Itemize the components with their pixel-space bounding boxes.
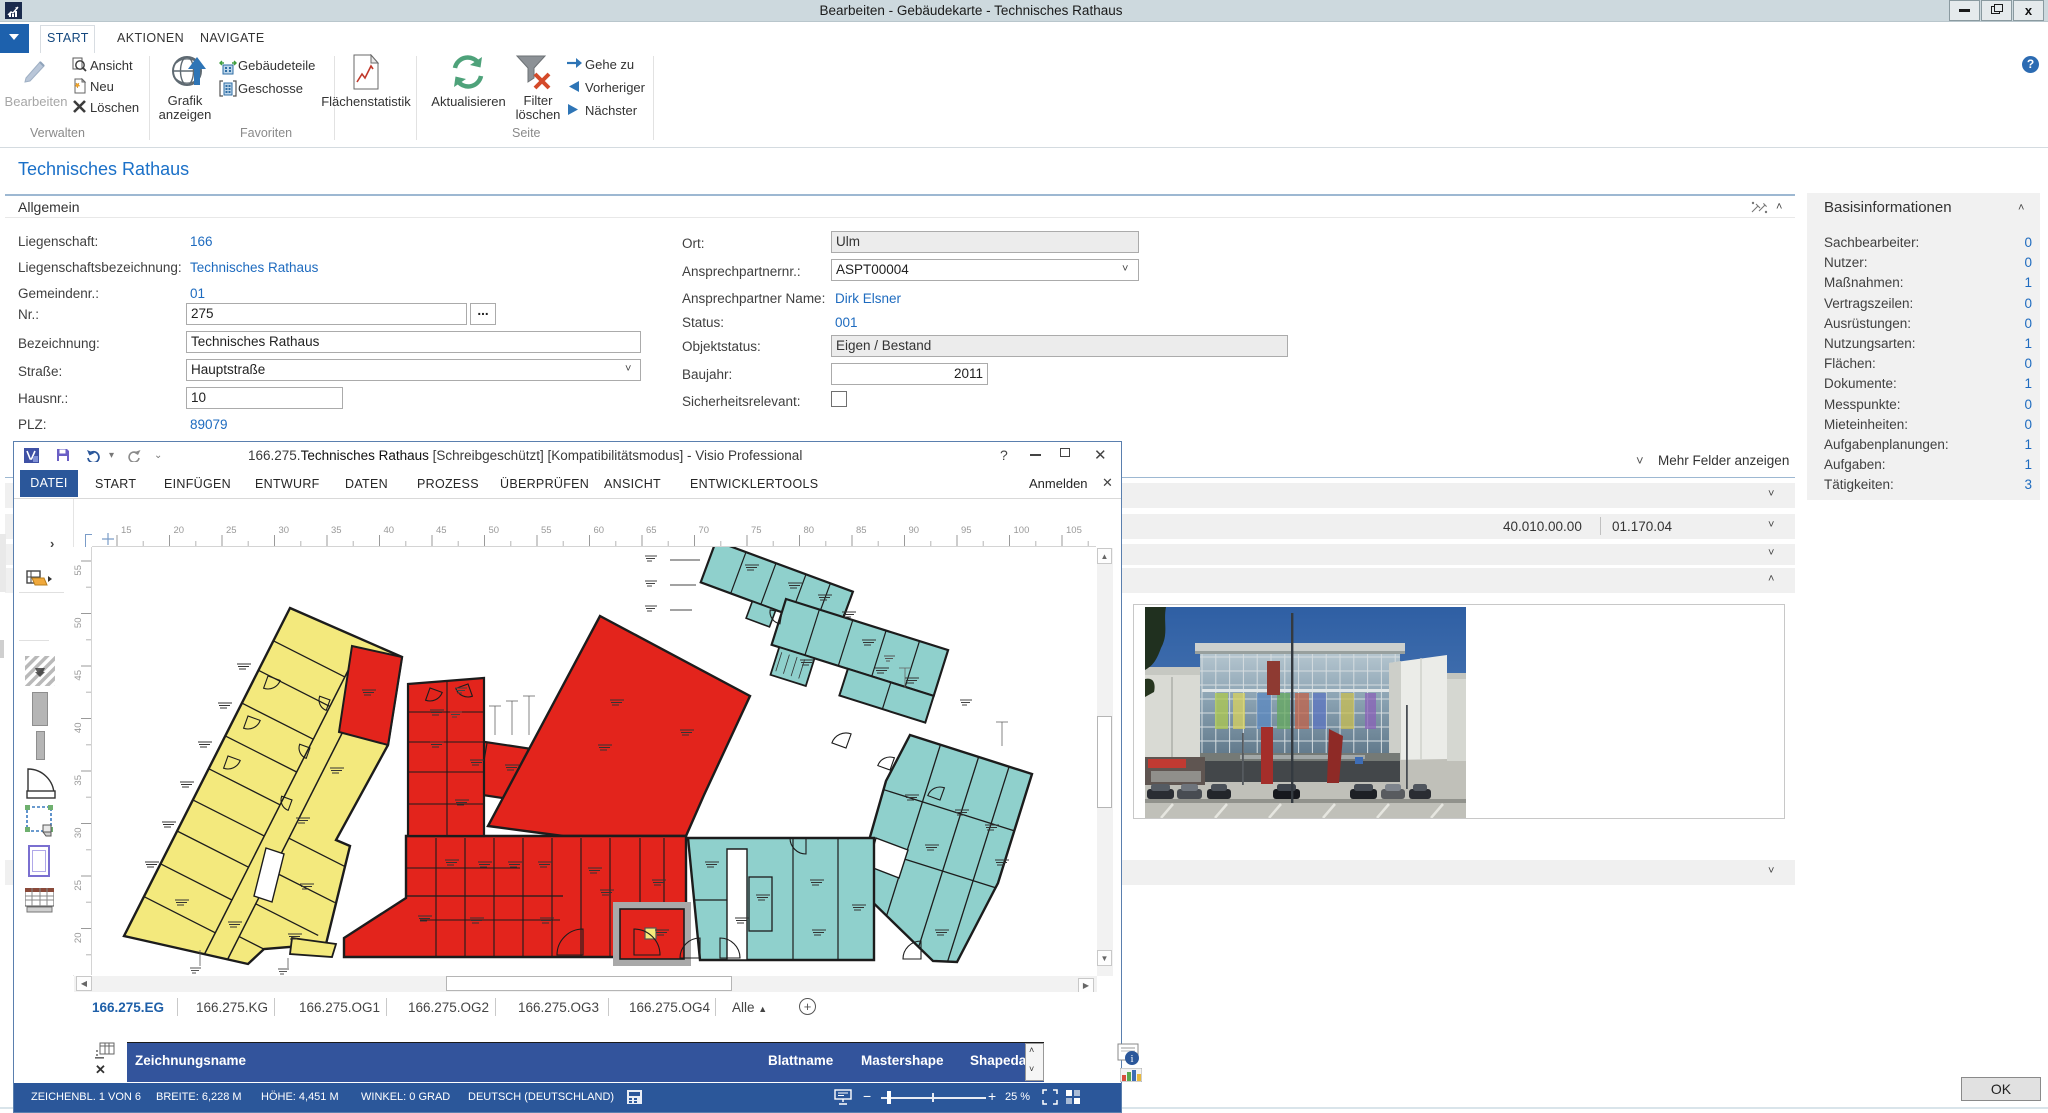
svg-text:60: 60 [594,525,605,536]
svg-text:45: 45 [73,670,84,681]
svg-text:70: 70 [699,525,710,536]
svg-text:105: 105 [1066,525,1082,536]
svg-text:25: 25 [73,880,84,891]
svg-text:65: 65 [646,525,657,536]
svg-text:30: 30 [73,828,84,839]
svg-text:30: 30 [279,525,290,536]
svg-text:40: 40 [73,723,84,734]
svg-text:85: 85 [856,525,867,536]
svg-text:35: 35 [331,525,342,536]
svg-text:45: 45 [436,525,447,536]
svg-text:100: 100 [1014,525,1030,536]
svg-text:80: 80 [804,525,815,536]
svg-text:20: 20 [174,525,185,536]
svg-text:90: 90 [909,525,920,536]
svg-text:20: 20 [73,933,84,944]
svg-text:i: i [1130,1053,1133,1065]
svg-text:35: 35 [73,775,84,786]
svg-text:55: 55 [541,525,552,536]
svg-text:40: 40 [384,525,395,536]
svg-text:75: 75 [751,525,762,536]
svg-text:95: 95 [961,525,972,536]
svg-text:15: 15 [121,525,132,536]
svg-text:50: 50 [489,525,500,536]
svg-text:50: 50 [73,618,84,629]
svg-text:25: 25 [226,525,237,536]
svg-text:55: 55 [73,565,84,576]
